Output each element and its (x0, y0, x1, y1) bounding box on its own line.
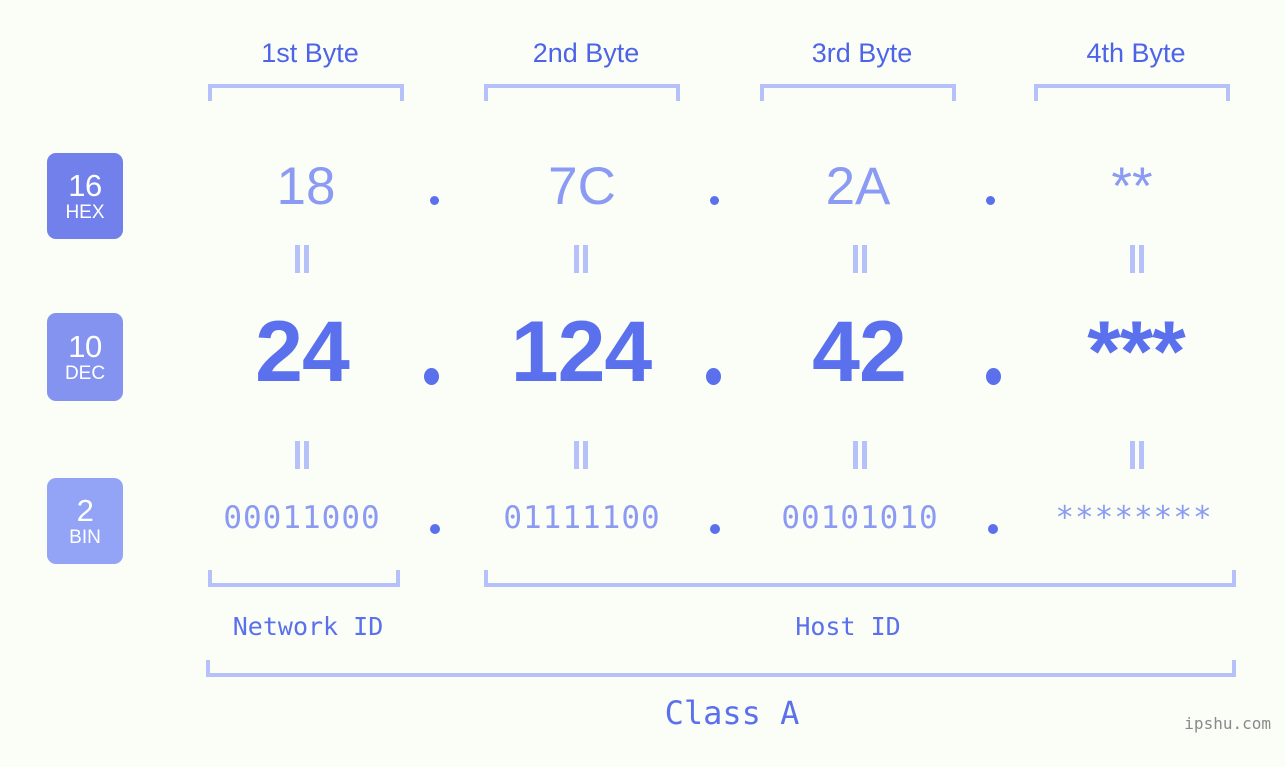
base-badge-dec-name: DEC (64, 363, 106, 384)
network-id-label: Network ID (232, 612, 384, 641)
byte-header-label-3: 3rd Byte (811, 38, 913, 68)
ip-address-breakdown-diagram: 1st Byte 2nd Byte 3rd Byte 4th Byte 16 H… (0, 0, 1285, 767)
host-id-bracket (484, 570, 1236, 587)
equals-icon-hex-dec-2 (572, 245, 590, 273)
equals-icon-dec-bin-1 (293, 441, 311, 469)
base-badge-bin-number: 2 (76, 493, 94, 528)
byte-bracket-top-1 (208, 84, 404, 101)
bin-dot-separator-3 (988, 524, 998, 534)
base-badge-hex: 16 HEX (47, 153, 123, 239)
bin-value-byte-2: 01111100 (503, 500, 661, 536)
hex-value-byte-1: 18 (276, 157, 336, 216)
class-label: Class A (664, 694, 800, 732)
base-badge-bin: 2 BIN (47, 478, 123, 564)
dec-dot-separator-2 (706, 368, 721, 385)
bin-value-byte-3: 00101010 (781, 500, 939, 536)
host-id-label: Host ID (795, 612, 901, 641)
byte-header-label-1: 1st Byte (261, 38, 359, 68)
byte-header-label-2: 2nd Byte (532, 38, 640, 68)
equals-icon-hex-dec-3 (851, 245, 869, 273)
dec-value-byte-3: 42 (812, 304, 907, 400)
byte-bracket-top-2 (484, 84, 680, 101)
hex-dot-separator-3 (986, 196, 995, 205)
bin-value-byte-4: ******** (1055, 500, 1213, 536)
base-badge-hex-name: HEX (65, 202, 105, 223)
byte-bracket-top-4 (1034, 84, 1230, 101)
byte-bracket-top-3 (760, 84, 956, 101)
dec-value-byte-2: 124 (510, 304, 653, 400)
hex-dot-separator-1 (430, 196, 439, 205)
network-id-bracket (208, 570, 400, 587)
hex-dot-separator-2 (710, 196, 719, 205)
bin-dot-separator-2 (710, 524, 720, 534)
dec-dot-separator-1 (424, 368, 439, 385)
base-badge-hex-number: 16 (68, 168, 102, 203)
equals-icon-hex-dec-4 (1128, 245, 1146, 273)
dec-value-byte-1: 24 (255, 304, 350, 400)
equals-icon-dec-bin-2 (572, 441, 590, 469)
base-badge-bin-name: BIN (69, 527, 101, 548)
hex-value-byte-4: ** (1111, 157, 1153, 216)
equals-icon-hex-dec-1 (293, 245, 311, 273)
bin-dot-separator-1 (430, 524, 440, 534)
hex-value-byte-2: 7C (548, 157, 616, 216)
byte-header-label-4: 4th Byte (1086, 38, 1186, 68)
class-bracket (206, 660, 1236, 677)
hex-value-byte-3: 2A (825, 157, 891, 216)
site-watermark: ipshu.com (1184, 714, 1271, 733)
base-badge-dec-number: 10 (68, 329, 102, 364)
base-badge-dec: 10 DEC (47, 313, 123, 401)
dec-dot-separator-3 (986, 368, 1001, 385)
equals-icon-dec-bin-4 (1128, 441, 1146, 469)
bin-value-byte-1: 00011000 (223, 500, 381, 536)
dec-value-byte-4: *** (1087, 304, 1185, 400)
equals-icon-dec-bin-3 (851, 441, 869, 469)
